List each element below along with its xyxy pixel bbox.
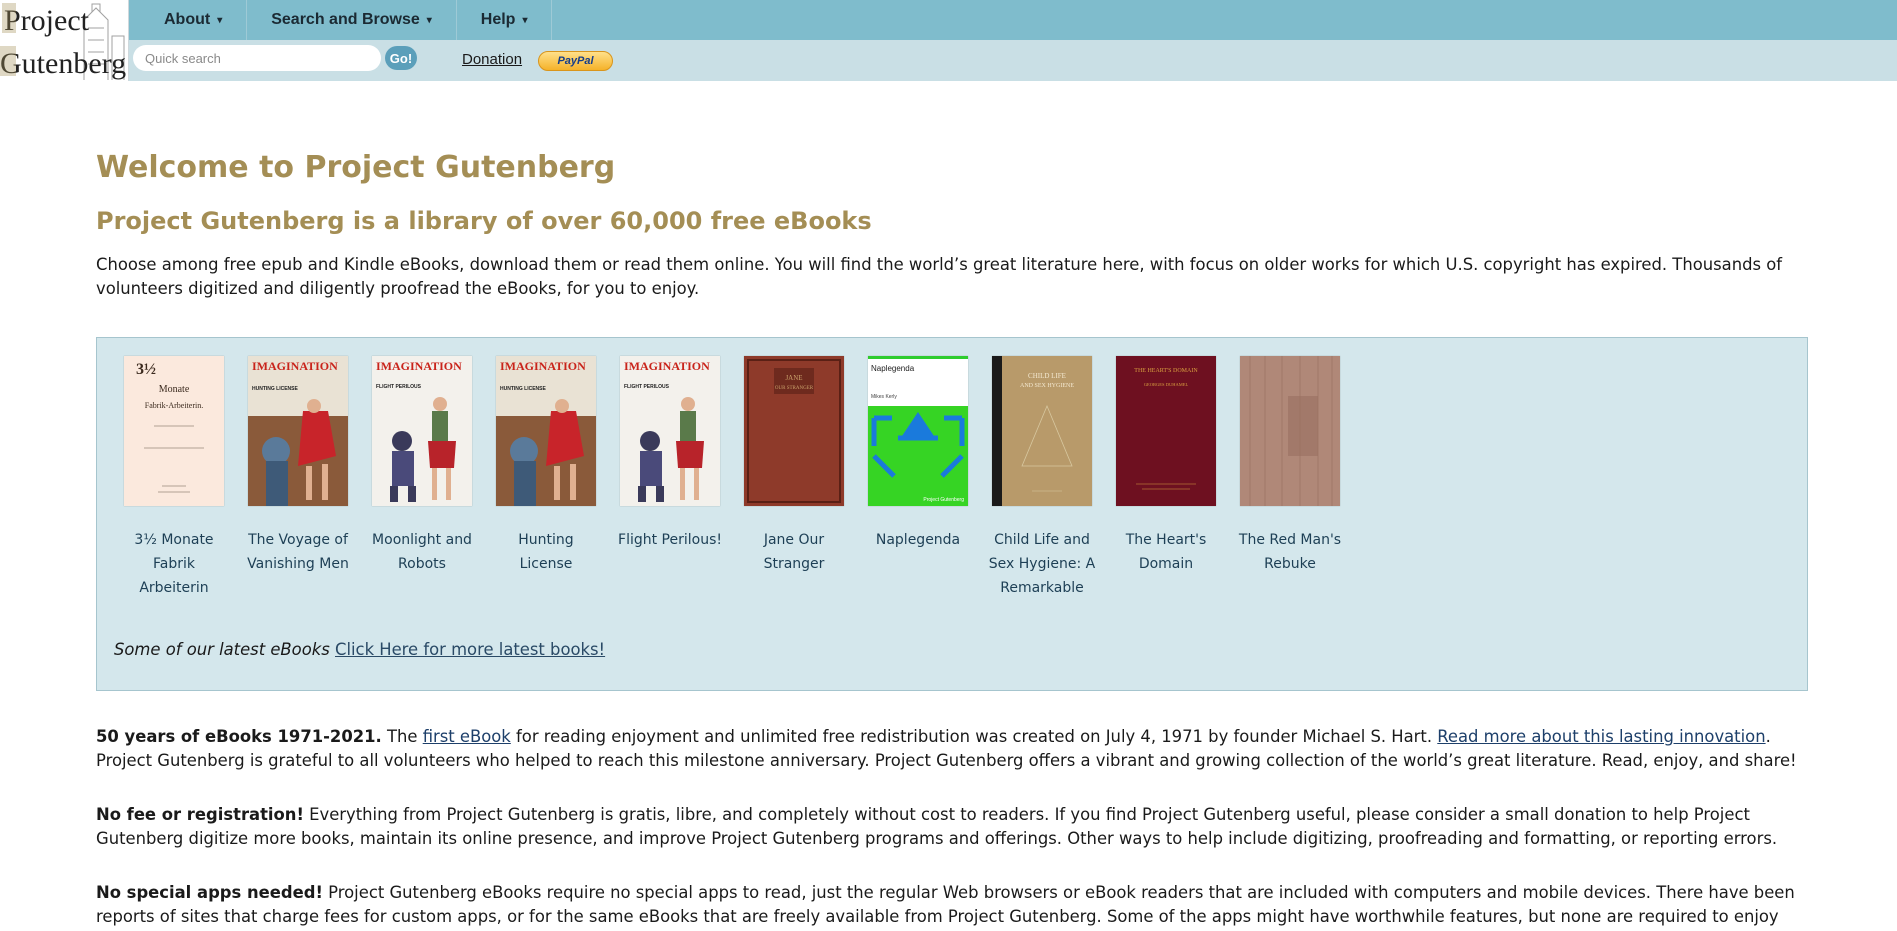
menu-about[interactable]: About ▾ [129,0,248,40]
para-text: Everything from Project Gutenberg is gra… [96,805,1778,848]
book-cover[interactable]: JANE OUR STRANGER [744,356,844,506]
book-cover[interactable]: IMAGINATION FLIGHT PERILOUS [620,356,720,506]
book-cover[interactable]: CHILD LIFE AND SEX HYGIENE [992,356,1092,506]
book-item[interactable]: CHILD LIFE AND SEX HYGIENE Child Life an… [980,356,1104,600]
paypal-button[interactable]: PayPal [538,51,613,71]
book-cover[interactable]: IMAGINATION HUNTING LICENSE [496,356,596,506]
book-title[interactable]: Naplegenda [856,528,980,552]
book-title[interactable]: Child Life and Sex Hygiene: A Remarkable [980,528,1104,600]
page-subtitle: Project Gutenberg is a library of over 6… [96,207,872,235]
more-latest-books-link[interactable]: Click Here for more latest books! [335,640,605,659]
logo-line2: Gutenberg [0,47,126,80]
book-title[interactable]: Moonlight and Robots [360,528,484,576]
page-title: Welcome to Project Gutenberg [96,150,616,185]
no-fee-paragraph: No fee or registration! Everything from … [96,803,1808,851]
cover-text: THE HEART'S DOMAIN [1134,368,1198,374]
cover-text: Naplegenda [871,364,915,373]
book-item[interactable]: 3½ Monate Fabrik-Arbeiterin. 3½ Monate F… [112,356,236,600]
logo-line1: Project [4,4,90,37]
book-title[interactable]: Jane Our Stranger [732,528,856,576]
book-item[interactable]: The Red Man's Rebuke [1228,356,1352,576]
latest-books-caption: Some of our latest eBooks Click Here for… [114,640,605,659]
para-text: The [381,727,423,746]
cover-text: FLIGHT PERILOUS [624,384,670,390]
top-navigation-bar: About ▾ Search and Browse ▾ Help ▾ [129,0,1897,40]
para-text: Project Gutenberg eBooks require no spec… [96,883,1795,926]
cover-text: HUNTING LICENSE [252,386,299,392]
latest-books-panel: 3½ Monate Fabrik-Arbeiterin. 3½ Monate F… [96,337,1808,691]
book-title[interactable]: The Voyage of Vanishing Men [236,528,360,576]
fifty-years-paragraph: 50 years of eBooks 1971-2021. The first … [96,725,1808,773]
para-text: for reading enjoyment and unlimited free… [510,727,1438,746]
book-title[interactable]: 3½ Monate Fabrik Arbeiterin [112,528,236,600]
cover-text: Monate [159,384,190,395]
book-item[interactable]: IMAGINATION FLIGHT PERILOUS Flight Peril… [608,356,732,552]
book-cover[interactable]: Naplegenda Mikes Kerly Project Gutenberg [868,356,968,506]
caret-down-icon: ▾ [426,14,432,26]
book-title[interactable]: Hunting License [484,528,608,576]
cover-text: FLIGHT PERILOUS [376,384,422,390]
main-content: Welcome to Project Gutenberg Project Gut… [96,150,1808,926]
no-apps-heading: No special apps needed! [96,883,323,902]
cover-text: Mikes Kerly [871,394,897,400]
book-title[interactable]: The Heart's Domain [1104,528,1228,576]
quick-search-input[interactable] [133,45,381,71]
read-more-innovation-link[interactable]: Read more about this lasting innovation [1437,727,1765,746]
cover-text: CHILD LIFE [1028,372,1066,380]
book-cover[interactable] [1240,356,1340,506]
intro-paragraph: Choose among free epub and Kindle eBooks… [96,255,1783,298]
book-cover[interactable]: IMAGINATION HUNTING LICENSE [248,356,348,506]
book-item[interactable]: IMAGINATION FLIGHT PERILOUS Moonlight an… [360,356,484,576]
fifty-years-heading: 50 years of eBooks 1971-2021. [96,727,382,746]
book-cover[interactable]: 3½ Monate Fabrik-Arbeiterin. [124,356,224,506]
cover-text: IMAGINATION [252,359,338,373]
menu-help[interactable]: Help ▾ [457,0,553,40]
cover-text: IMAGINATION [624,359,710,373]
cover-text: Project Gutenberg [923,497,964,503]
menu-about-label: About [164,11,211,28]
book-title[interactable]: Flight Perilous! [608,528,732,552]
menu-help-label: Help [480,11,516,28]
book-item[interactable]: JANE OUR STRANGER Jane Our Stranger [732,356,856,576]
book-cover[interactable]: IMAGINATION FLIGHT PERILOUS [372,356,472,506]
book-item[interactable]: THE HEART'S DOMAIN GEORGES DUHAMEL The H… [1104,356,1228,576]
cover-text: IMAGINATION [500,359,586,373]
cover-text: GEORGES DUHAMEL [1144,382,1189,387]
caret-down-icon: ▾ [522,14,528,26]
menu-search-and-browse[interactable]: Search and Browse ▾ [247,0,457,40]
cover-text: JANE [785,374,802,382]
donation-link[interactable]: Donation [462,51,522,68]
caret-down-icon: ▾ [217,14,223,26]
cover-text: OUR STRANGER [775,386,814,391]
book-item[interactable]: IMAGINATION HUNTING LICENSE Hunting Lice… [484,356,608,576]
book-item[interactable]: Naplegenda Mikes Kerly Project Gutenberg… [856,356,980,552]
book-item[interactable]: IMAGINATION HUNTING LICENSE The Voyage o… [236,356,360,576]
first-ebook-link[interactable]: first eBook [423,727,511,746]
cover-text: HUNTING LICENSE [500,386,547,392]
no-apps-paragraph: No special apps needed! Project Gutenber… [96,881,1808,931]
project-gutenberg-logo[interactable]: Project Gutenberg [0,0,129,81]
go-button[interactable]: Go! [385,46,417,70]
latest-caption-text: Some of our latest eBooks [114,640,330,659]
book-title[interactable]: The Red Man's Rebuke [1228,528,1352,576]
book-cover[interactable]: THE HEART'S DOMAIN GEORGES DUHAMEL [1116,356,1216,506]
no-fee-heading: No fee or registration! [96,805,304,824]
cover-text: AND SEX HYGIENE [1020,383,1074,389]
cover-text: Fabrik-Arbeiterin. [145,401,203,410]
search-bar: Go! Donation PayPal [129,40,1897,81]
menu-search-and-browse-label: Search and Browse [271,11,420,28]
cover-text: IMAGINATION [376,359,462,373]
cover-text: 3½ [136,361,156,378]
